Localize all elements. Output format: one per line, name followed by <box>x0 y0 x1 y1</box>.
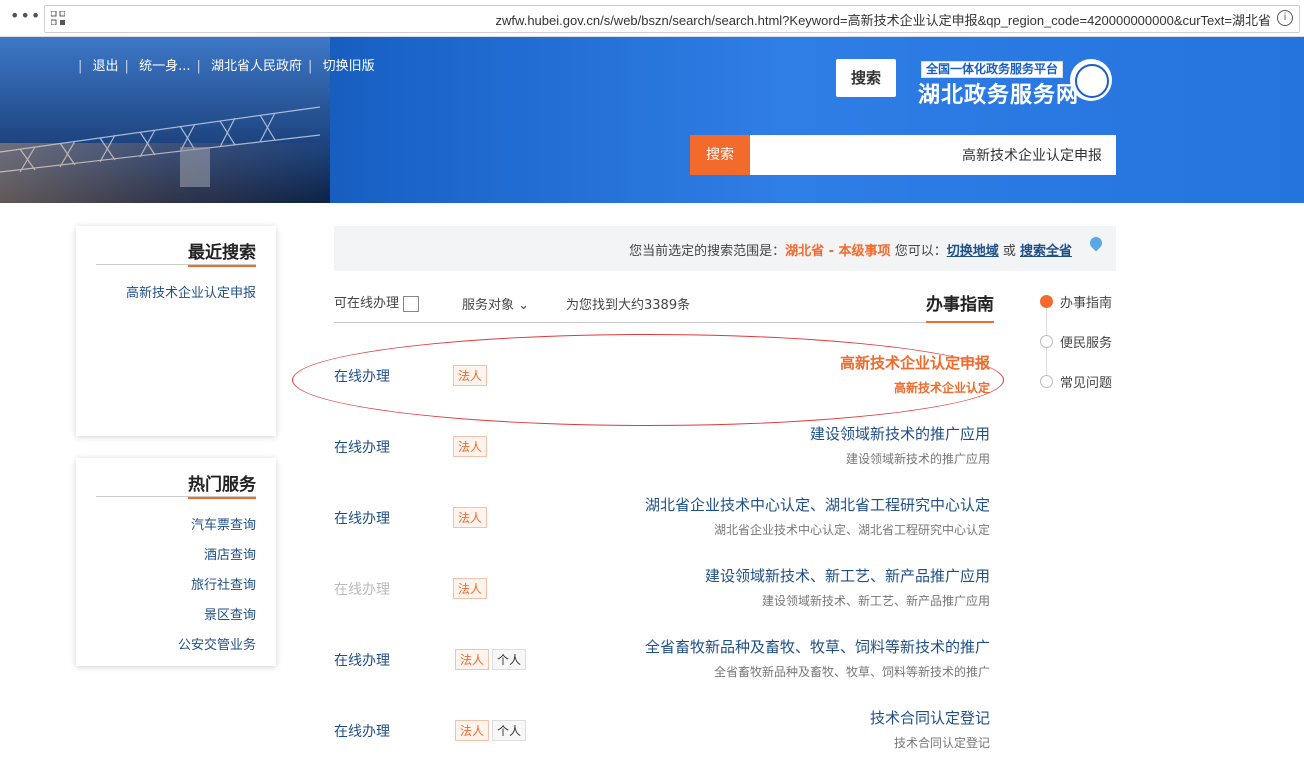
result-tags: 法人 <box>450 578 488 599</box>
dot-icon <box>1040 375 1053 388</box>
search-submit-button[interactable]: 搜索 <box>690 135 750 175</box>
result-item[interactable]: 湖北省企业技术中心认定、湖北省工程研究中心认定 湖北省企业技术中心认定、湖北省工… <box>334 494 994 554</box>
result-item[interactable]: 高新技术企业认定申报 高新技术企业认定 法人 在线办理 <box>334 352 994 412</box>
result-subtitle: 建设领域新技术、新工艺、新产品推广应用 <box>761 594 990 608</box>
scope-text: 您当前选定的搜索范围是：湖北省 - 本级事项 您可以：切换地域 或 搜索全省 <box>629 240 1072 259</box>
search-scope-bar: 您当前选定的搜索范围是：湖北省 - 本级事项 您可以：切换地域 或 搜索全省 <box>334 226 1116 271</box>
top-links: | 退出 | 统一身... | 湖北省人民政府 | 切换旧版 <box>78 59 375 74</box>
result-subtitle: 建设领域新技术的推广应用 <box>845 452 990 466</box>
tag-individual: 个人 <box>492 649 527 670</box>
brand-logo[interactable]: 全国一体化政务服务平台 湖北政务服务网 <box>918 59 1118 108</box>
more-menu-icon[interactable]: ••• <box>10 6 41 25</box>
hot-service-item[interactable]: 汽车票查询 <box>191 514 256 533</box>
side-nav-label: 便民服务 <box>1060 336 1113 351</box>
recent-search-title: 最近搜索 <box>188 238 256 267</box>
header-banner: | 退出 | 统一身... | 湖北省人民政府 | 切换旧版 搜索 全国一体化政务服务… <box>0 37 1304 203</box>
hot-service-item[interactable]: 公安交管业务 <box>178 634 256 653</box>
result-item[interactable]: 建设领域新技术的推广应用 建设领域新技术的推广应用 法人 在线办理 <box>334 423 994 483</box>
header-search-button[interactable]: 搜索 <box>836 59 896 97</box>
search-bar: 搜索 <box>690 135 1116 175</box>
search-input[interactable] <box>750 135 1116 175</box>
tag-legal-person: 法人 <box>453 578 488 599</box>
result-title[interactable]: 建设领域新技术、新工艺、新产品推广应用 <box>705 565 990 586</box>
service-target-dropdown[interactable]: 服务对象 ⌄ <box>462 294 529 313</box>
scope-middle: 您可以： <box>890 244 947 259</box>
online-handle-link[interactable]: 在线办理 <box>334 721 390 741</box>
side-nav-label: 办事指南 <box>1060 296 1113 311</box>
tag-legal-person: 法人 <box>455 720 490 741</box>
result-tags: 法人 <box>450 507 488 528</box>
old-version-link[interactable]: 切换旧版 <box>323 59 375 74</box>
result-title[interactable]: 建设领域新技术的推广应用 <box>810 423 990 444</box>
result-subtitle: 高新技术企业认定 <box>893 381 990 395</box>
result-item[interactable]: 建设领域新技术、新工艺、新产品推广应用 建设领域新技术、新工艺、新产品推广应用 … <box>334 565 994 625</box>
tag-individual: 个人 <box>492 720 527 741</box>
online-handle-link[interactable]: 在线办理 <box>334 366 390 386</box>
scope-or: 或 <box>998 244 1020 259</box>
result-count: 为您找到大约3389条 <box>566 298 691 313</box>
bridge-illustration <box>0 106 321 187</box>
result-subtitle: 湖北省企业技术中心认定、湖北省工程研究中心认定 <box>713 523 990 537</box>
logout-link[interactable]: 退出 <box>93 59 119 74</box>
hot-service-item[interactable]: 旅行社查询 <box>191 574 256 593</box>
result-title[interactable]: 高新技术企业认定申报 <box>840 352 990 373</box>
side-nav: 办事指南 便民服务 常见问题 <box>1040 290 1120 391</box>
online-handle-link[interactable]: 在线办理 <box>334 650 390 670</box>
tag-legal-person: 法人 <box>453 507 488 528</box>
url-box[interactable]: zwfw.hubei.gov.cn/s/web/bszn/search/sear… <box>44 5 1300 33</box>
search-all-link[interactable]: 搜索全省 <box>1020 244 1072 259</box>
online-handle-link-disabled: 在线办理 <box>334 582 390 598</box>
result-tags: 法人 <box>450 436 488 457</box>
online-checkbox[interactable]: 可在线办理 <box>334 292 420 312</box>
filter-row: 办事指南 为您找到大约3389条 服务对象 ⌄ 可在线办理 <box>334 288 994 323</box>
online-handle-link[interactable]: 在线办理 <box>334 508 390 528</box>
emblem-icon <box>1070 59 1112 101</box>
gov-link[interactable]: 湖北省人民政府 <box>211 59 302 74</box>
result-subtitle: 全省畜牧新品种及畜牧、牧草、饲料等新技术的推广 <box>713 665 990 679</box>
scope-prefix: 您当前选定的搜索范围是： <box>629 244 786 259</box>
qr-code-icon[interactable] <box>51 11 65 25</box>
online-checkbox-label: 可在线办理 <box>334 296 400 311</box>
side-nav-label: 常见问题 <box>1060 376 1113 391</box>
brand-name: 湖北政务服务网 <box>918 83 1080 108</box>
result-subtitle: 技术合同认定登记 <box>893 736 990 750</box>
hot-services-title: 热门服务 <box>188 470 256 499</box>
divider <box>96 264 256 265</box>
tag-legal-person: 法人 <box>453 365 488 386</box>
active-dot-icon <box>1040 295 1053 308</box>
address-bar: ••• zwfw.hubei.gov.cn/s/web/bszn/search/… <box>0 0 1304 37</box>
hot-services-card: 热门服务 汽车票查询 酒店查询 旅行社查询 景区查询 公安交管业务 <box>76 458 276 666</box>
result-tags: 法人 <box>450 365 488 386</box>
hot-service-item[interactable]: 酒店查询 <box>204 544 256 563</box>
location-pin-icon <box>1087 234 1105 252</box>
dot-icon <box>1040 335 1053 348</box>
brand-tag: 全国一体化政务服务平台 <box>921 61 1064 78</box>
result-tags: 法人 个人 <box>452 720 527 741</box>
result-title[interactable]: 技术合同认定登记 <box>870 707 990 728</box>
result-title[interactable]: 全省畜牧新品种及畜牧、牧草、饲料等新技术的推广 <box>645 636 990 657</box>
tab-guide[interactable]: 办事指南 <box>926 290 994 323</box>
recent-search-card: 最近搜索 高新技术企业认定申报 <box>76 226 276 436</box>
scope-region: 湖北省 - 本级事项 <box>785 244 891 259</box>
user-link[interactable]: 统一身... <box>139 59 190 74</box>
result-item[interactable]: 技术合同认定登记 技术合同认定登记 法人 个人 在线办理 <box>334 707 994 767</box>
divider <box>96 496 256 497</box>
checkbox-box[interactable] <box>403 295 420 312</box>
result-title[interactable]: 湖北省企业技术中心认定、湖北省工程研究中心认定 <box>645 494 990 515</box>
switch-region-link[interactable]: 切换地域 <box>947 244 999 259</box>
hot-service-item[interactable]: 景区查询 <box>204 604 256 623</box>
recent-search-item[interactable]: 高新技术企业认定申报 <box>126 282 256 301</box>
result-item[interactable]: 全省畜牧新品种及畜牧、牧草、饲料等新技术的推广 全省畜牧新品种及畜牧、牧草、饲料… <box>334 636 994 696</box>
url-text[interactable]: zwfw.hubei.gov.cn/s/web/bszn/search/sear… <box>496 10 1271 29</box>
online-handle-link[interactable]: 在线办理 <box>334 437 390 457</box>
tag-legal-person: 法人 <box>455 649 490 670</box>
site-info-icon[interactable]: i <box>1277 10 1293 26</box>
result-tags: 法人 个人 <box>452 649 527 670</box>
tag-legal-person: 法人 <box>453 436 488 457</box>
